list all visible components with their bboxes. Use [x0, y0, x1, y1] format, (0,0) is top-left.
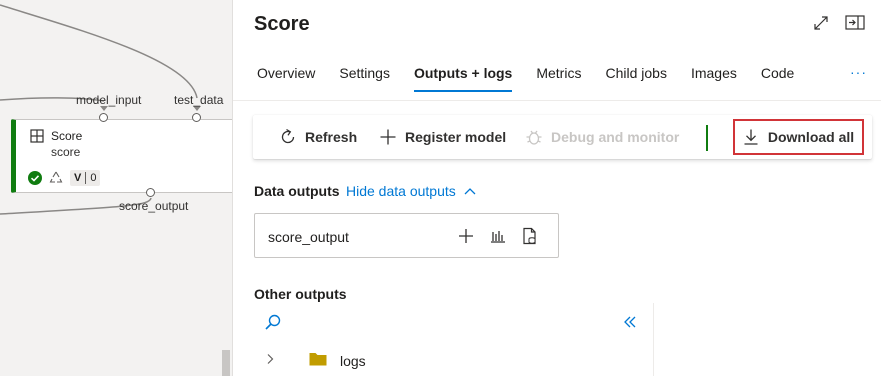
tab-outputs-logs[interactable]: Outputs + logs [402, 62, 524, 92]
tab-child-jobs[interactable]: Child jobs [593, 62, 678, 92]
panel-title: Score [254, 13, 310, 35]
register-model-label: Register model [405, 129, 507, 145]
pipeline-canvas[interactable]: model_input test_data Score score V 0 sc… [0, 0, 232, 376]
hide-data-outputs-label: Hide data outputs [346, 183, 456, 199]
output-port-score-output[interactable] [146, 188, 155, 197]
profile-chart-icon[interactable] [489, 227, 507, 245]
details-panel: Score Overview Settings Outputs + logs M… [233, 0, 881, 376]
chevron-right-icon[interactable] [265, 353, 275, 365]
more-tabs-button[interactable]: ··· [850, 64, 867, 80]
download-all-label: Download all [767, 129, 855, 145]
download-icon [744, 129, 758, 145]
tab-settings[interactable]: Settings [327, 62, 402, 92]
version-number: 0 [90, 172, 97, 184]
view-data-icon[interactable] [521, 227, 539, 245]
data-output-name: score_output [268, 229, 349, 245]
port-label-model-input: model_input [76, 93, 142, 107]
pipeline-node-score[interactable]: Score score V 0 [11, 119, 232, 193]
download-all-button[interactable]: Download all [733, 119, 864, 155]
input-port-model-input[interactable] [99, 113, 108, 122]
input-port-test-data[interactable] [192, 113, 201, 122]
reuse-icon [49, 171, 63, 183]
node-status-row: V 0 [28, 170, 101, 186]
tab-bar: Overview Settings Outputs + logs Metrics… [245, 62, 806, 92]
refresh-label: Refresh [305, 129, 358, 145]
toolbar-separator [706, 125, 708, 151]
collapse-double-chevron-icon[interactable] [622, 314, 638, 330]
tabs-divider [233, 100, 881, 101]
file-tree: logs [254, 303, 654, 376]
node-title: Score [51, 129, 83, 143]
tab-overview[interactable]: Overview [245, 62, 327, 92]
folder-icon [309, 353, 327, 366]
version-label: V [74, 172, 82, 184]
search-icon[interactable] [264, 313, 282, 331]
version-badge: V 0 [70, 170, 101, 186]
bug-icon [526, 130, 542, 145]
debug-monitor-label: Debug and monitor [551, 129, 680, 145]
chevron-up-icon [464, 188, 476, 195]
canvas-scrollbar[interactable] [222, 350, 230, 376]
outputs-toolbar: Refresh Register model Debug and monitor… [253, 115, 872, 159]
module-icon [30, 129, 44, 143]
port-label-score-output: score_output [119, 199, 189, 213]
refresh-icon [281, 128, 295, 144]
success-check-icon [28, 171, 42, 185]
refresh-button[interactable]: Refresh [279, 115, 357, 159]
data-output-card: score_output [254, 213, 559, 258]
version-separator [85, 172, 87, 184]
tree-item-logs[interactable]: logs [254, 347, 653, 375]
plus-icon [380, 129, 396, 145]
tree-divider [653, 303, 654, 376]
data-outputs-heading: Data outputs [254, 183, 340, 199]
tab-code[interactable]: Code [749, 62, 806, 92]
register-model-button[interactable]: Register model [379, 115, 506, 159]
port-label-test-data: test_data [174, 93, 224, 107]
expand-icon[interactable] [813, 15, 829, 31]
other-outputs-heading: Other outputs [254, 286, 347, 302]
tree-item-label: logs [340, 353, 366, 369]
node-subtitle: score [51, 145, 81, 159]
hide-data-outputs-link[interactable]: Hide data outputs [346, 183, 476, 199]
tab-images[interactable]: Images [679, 62, 749, 92]
tab-metrics[interactable]: Metrics [524, 62, 593, 92]
debug-monitor-button[interactable]: Debug and monitor [525, 115, 679, 159]
close-panel-icon[interactable] [845, 14, 865, 32]
add-icon[interactable] [457, 227, 475, 245]
